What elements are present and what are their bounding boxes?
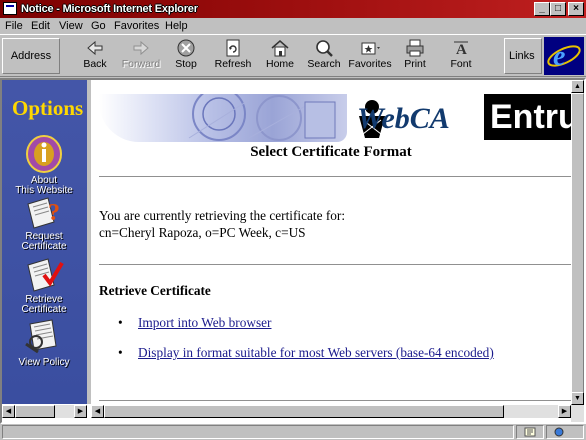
favorites-icon	[361, 42, 380, 55]
webca-banner: WebCA Entru	[99, 87, 571, 146]
menu-bar: File Edit View Go Favorites Help	[0, 18, 586, 34]
stop-icon	[177, 39, 195, 57]
divider-top	[99, 176, 571, 178]
favorites-button[interactable]: Favorites	[347, 38, 393, 74]
search-icon	[316, 40, 333, 57]
display-base64-link[interactable]: Display in format suitable for most Web …	[138, 345, 494, 361]
sidebar-scroll-right-button[interactable]: ▶	[74, 405, 87, 418]
sidebar-horizontal-scrollbar[interactable]: ◀ ▶	[2, 405, 87, 418]
scroll-up-button[interactable]: ▲	[571, 80, 584, 93]
main-scroll-left-button[interactable]: ◀	[91, 405, 104, 418]
ie-window-icon[interactable]	[3, 2, 17, 15]
title-bar: Notice - Microsoft Internet Explorer _ □…	[0, 0, 586, 18]
menu-favorites[interactable]: Favorites	[114, 18, 159, 34]
sidebar-item-about[interactable]: About This Website	[8, 132, 80, 196]
svg-text:e: e	[553, 41, 565, 72]
scroll-down-button[interactable]: ▼	[571, 392, 584, 405]
main-scroll-thumb[interactable]	[104, 405, 504, 418]
retrieve-certificate-icon	[27, 258, 64, 292]
menu-go[interactable]: Go	[91, 18, 106, 34]
main-content: WebCA Entru Select Certificate Format Yo…	[91, 80, 571, 404]
sidebar-item-retrieve[interactable]: Retrieve Certificate	[8, 255, 80, 315]
bullet: •	[118, 315, 123, 330]
window-title: Notice - Microsoft Internet Explorer	[21, 3, 198, 15]
import-web-browser-link[interactable]: Import into Web browser	[138, 315, 271, 331]
view-policy-icon	[25, 319, 57, 354]
forward-label: Forward	[121, 58, 161, 70]
options-title: Options	[12, 96, 84, 120]
home-icon	[271, 40, 289, 57]
internet-zone-icon	[554, 427, 564, 437]
status-zone-pane	[546, 425, 584, 439]
status-bar	[0, 423, 586, 440]
back-label: Back	[83, 58, 107, 70]
request-certificate-icon: ?	[27, 197, 60, 229]
sidebar-label-view-policy: View Policy	[18, 357, 70, 368]
back-arrow-icon	[87, 40, 103, 56]
links-toolbar[interactable]: Links	[504, 38, 542, 74]
retrieving-text: You are currently retrieving the certifi…	[99, 208, 346, 223]
status-text-pane	[2, 425, 514, 439]
print-button[interactable]: Print	[398, 38, 432, 74]
home-label: Home	[265, 58, 294, 70]
svg-text:?: ?	[48, 200, 60, 226]
stop-button[interactable]: Stop	[168, 38, 204, 74]
stop-label: Stop	[175, 58, 197, 70]
close-button[interactable]: ×	[568, 2, 584, 16]
toolbar: Address Back Forward Stop Refresh Home S…	[0, 34, 586, 77]
svg-text:A: A	[456, 42, 467, 58]
security-icon	[524, 427, 536, 437]
status-security-pane	[516, 425, 544, 439]
print-icon	[406, 39, 424, 57]
sidebar-scroll-left-button[interactable]: ◀	[2, 405, 15, 418]
font-label: Font	[450, 58, 472, 70]
back-button[interactable]: Back	[76, 38, 114, 74]
main-horizontal-scrollbar[interactable]: ◀ ▶	[91, 405, 571, 418]
refresh-button[interactable]: Refresh	[212, 38, 254, 74]
vertical-scroll-thumb[interactable]	[571, 93, 584, 393]
divider-middle	[99, 264, 571, 266]
maximize-button[interactable]: □	[550, 2, 566, 16]
main-scroll-right-button[interactable]: ▶	[558, 405, 571, 418]
minimize-button[interactable]: _	[534, 2, 550, 16]
vertical-scrollbar[interactable]: ▲ ▼	[571, 80, 584, 422]
menu-edit[interactable]: Edit	[31, 18, 50, 34]
home-button[interactable]: Home	[262, 38, 298, 74]
refresh-icon	[226, 39, 240, 57]
certificate-subject: cn=Cheryl Rapoza, o=PC Week, c=US	[99, 225, 306, 240]
sidebar-label-retrieve-2: Certificate	[21, 304, 67, 315]
options-sidebar: Options About This Website ? Request Cer…	[2, 80, 87, 404]
search-label: Search	[307, 58, 341, 70]
entrust-logo: Entru	[484, 94, 571, 140]
sidebar-label-request-2: Certificate	[21, 241, 67, 252]
menu-view[interactable]: View	[59, 18, 83, 34]
webca-logo-text: WebCA	[357, 102, 450, 135]
sidebar-item-view-policy[interactable]: View Policy	[8, 318, 80, 368]
search-button[interactable]: Search	[304, 38, 344, 74]
ie-logo-icon: e	[544, 37, 584, 75]
favorites-label: Favorites	[348, 58, 392, 70]
section-title: Retrieve Certificate	[99, 283, 211, 298]
info-icon	[26, 135, 62, 173]
menu-help[interactable]: Help	[165, 18, 188, 34]
sidebar-item-request[interactable]: ? Request Certificate	[8, 194, 80, 252]
banner-artwork	[99, 87, 347, 142]
forward-button[interactable]: Forward	[118, 38, 164, 74]
print-label: Print	[404, 58, 426, 70]
address-bar-toggle[interactable]: Address	[2, 38, 60, 74]
divider-bottom	[99, 400, 571, 402]
page-heading: Select Certificate Format	[250, 144, 412, 160]
bullet: •	[118, 345, 123, 360]
refresh-label: Refresh	[214, 58, 252, 70]
sidebar-scroll-thumb[interactable]	[15, 405, 55, 418]
font-button[interactable]: A Font	[444, 38, 478, 74]
forward-arrow-icon	[133, 40, 149, 56]
menu-file[interactable]: File	[5, 18, 23, 34]
font-icon: A	[454, 41, 468, 58]
